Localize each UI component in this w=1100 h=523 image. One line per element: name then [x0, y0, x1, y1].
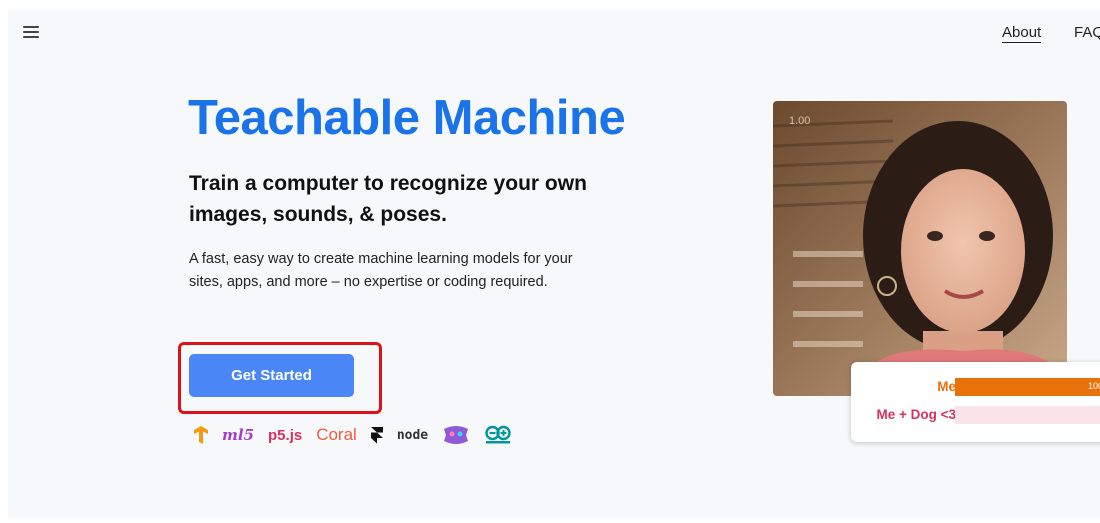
nav-about-link[interactable]: About: [1002, 24, 1042, 43]
prediction-bar-fill: [955, 378, 1100, 396]
hero-description: A fast, easy way to create machine learn…: [189, 251, 573, 290]
framer-icon: [370, 426, 383, 443]
integration-logos: ml5 p5.js Coral node: [194, 422, 512, 448]
prediction-label: Me + Dog <3: [876, 407, 956, 422]
hero-subtitle: Train a computer to recognize your own i…: [189, 172, 587, 226]
prediction-value: 100: [1087, 381, 1100, 391]
coral-logo: Coral: [316, 425, 357, 444]
get-started-button[interactable]: Get Started: [189, 354, 354, 397]
page-background: About FAQ Teachable Machine Train a comp…: [8, 10, 1100, 518]
nodejs-logo: node: [396, 427, 429, 443]
webcam-preview: 1.00: [773, 101, 1067, 396]
ml5-logo: ml5: [222, 426, 255, 444]
glitch-icon: [444, 426, 469, 444]
prediction-row-me-dog: Me + Dog <3: [851, 405, 1100, 425]
prediction-card: Me 100 Me + Dog <3: [851, 362, 1100, 442]
webcam-image: [773, 101, 1067, 396]
p5js-logo: p5.js: [268, 426, 303, 444]
nav-faq-link[interactable]: FAQ: [1074, 24, 1100, 41]
frame-counter: 1.00: [789, 115, 811, 127]
prediction-label: Me: [937, 379, 956, 394]
prediction-bar: 100: [955, 378, 1100, 396]
hero-title: Teachable Machine: [188, 91, 626, 145]
prediction-bar: [955, 406, 1100, 424]
prediction-row-me: Me 100: [851, 377, 1100, 397]
arduino-icon: [485, 425, 511, 444]
menu-icon[interactable]: [23, 26, 39, 38]
tensorflow-icon: [194, 426, 208, 444]
